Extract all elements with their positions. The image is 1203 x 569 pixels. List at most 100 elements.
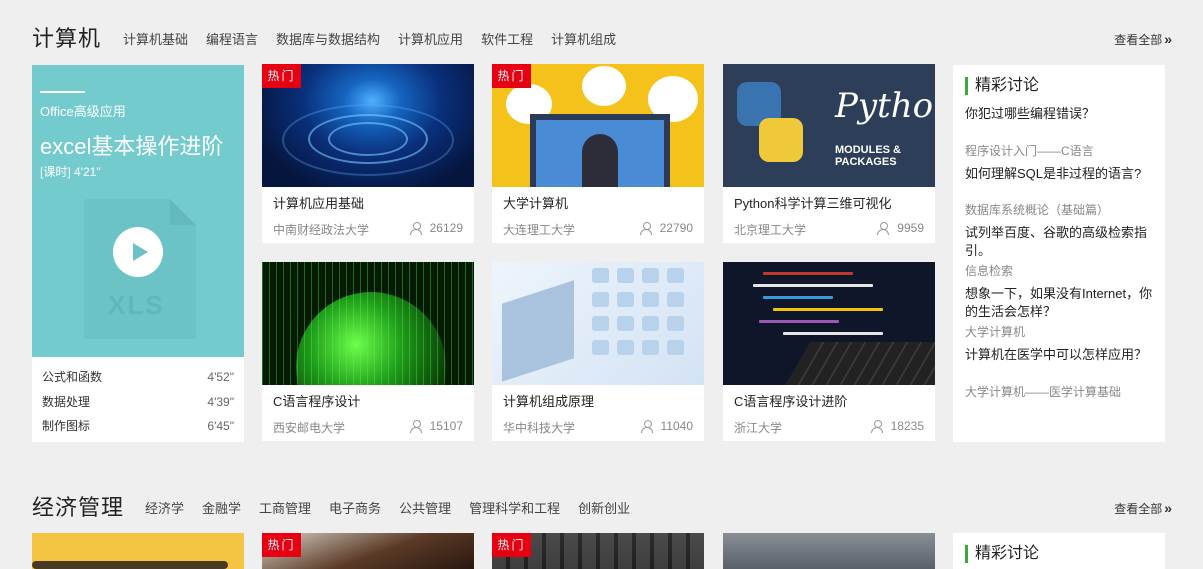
thumbnail-modules-text: MODULES & PACKAGES — [835, 144, 901, 168]
play-button[interactable] — [113, 227, 163, 277]
double-chevron-right-icon: » — [1164, 500, 1172, 516]
course-thumbnail: 热门 — [492, 64, 704, 187]
tab-public-administration[interactable]: 公共管理 — [399, 498, 451, 517]
tab-database-data-structures[interactable]: 数据库与数据结构 — [276, 29, 380, 48]
course-card[interactable]: Python MODULES & PACKAGES Python科学计算三维可视… — [723, 64, 935, 243]
featured-course-category: Office高级应用 — [40, 104, 126, 119]
enrollment-count: 9959 — [877, 221, 924, 235]
course-card[interactable]: C语言程序设计 西安邮电大学 15107 — [262, 262, 474, 441]
category-tabs: 经济学 金融学 工商管理 电子商务 公共管理 管理科学和工程 创新创业 — [145, 498, 648, 517]
enrollment-count: 15107 — [409, 419, 463, 433]
featured-course-card[interactable] — [32, 533, 244, 569]
user-icon — [639, 221, 652, 235]
course-card[interactable] — [723, 533, 935, 569]
course-title[interactable]: 计算机组成原理 — [503, 391, 594, 410]
tab-e-commerce[interactable]: 电子商务 — [329, 498, 381, 517]
enrollment-count: 22790 — [639, 221, 693, 235]
course-card[interactable]: 热门 计算机应用基础 中南财经政法大学 26129 — [262, 64, 474, 243]
lesson-list: 公式和函数 4'52" 数据处理 4'39" 制作图标 6'45" — [32, 357, 244, 441]
discussion-panel: 精彩讨论 — [953, 533, 1165, 569]
course-thumbnail — [32, 533, 244, 569]
section-title: 计算机 — [32, 26, 102, 51]
lesson-duration: 4'52" — [207, 370, 234, 384]
enrollment-count-value: 22790 — [659, 221, 693, 235]
enrollment-count: 18235 — [870, 419, 924, 433]
discussion-course[interactable]: 数据库系统概论（基础篇） — [965, 202, 1153, 218]
discussion-course[interactable]: 大学计算机——医学计算基础 — [965, 384, 1153, 400]
tab-management-science[interactable]: 管理科学和工程 — [469, 498, 560, 517]
section-title: 经济管理 — [32, 495, 125, 520]
user-icon — [877, 221, 890, 235]
course-school: 中南财经政法大学 — [273, 223, 370, 237]
discussion-course[interactable]: 大学计算机 — [965, 324, 1153, 340]
user-icon — [870, 419, 883, 433]
enrollment-count-value: 18235 — [890, 419, 924, 433]
lesson-item[interactable]: 制作图标 6'45" — [42, 416, 234, 441]
lesson-duration: 6'45" — [207, 419, 234, 433]
lesson-name: 数据处理 — [42, 394, 91, 409]
course-title[interactable]: 大学计算机 — [503, 193, 568, 212]
course-thumbnail: Python MODULES & PACKAGES — [723, 64, 935, 187]
enrollment-count: 11040 — [640, 419, 693, 433]
discussion-course[interactable]: 信息检索 — [965, 263, 1153, 279]
course-card[interactable]: 计算机组成原理 华中科技大学 11040 — [492, 262, 704, 441]
discussion-course[interactable]: 程序设计入门——C语言 — [965, 143, 1153, 159]
divider — [40, 91, 85, 93]
featured-course-card[interactable]: Office高级应用 excel基本操作进阶 [课时] 4'21" XLS 公式… — [32, 65, 244, 442]
course-thumbnail: 热门 — [492, 533, 704, 569]
discussion-question[interactable]: 计算机在医学中可以怎样应用？ — [965, 346, 1153, 364]
tab-economics[interactable]: 经济学 — [145, 498, 184, 517]
lesson-item[interactable]: 数据处理 4'39" — [42, 392, 234, 417]
tab-computer-organization[interactable]: 计算机组成 — [551, 29, 616, 48]
tab-software-engineering[interactable]: 软件工程 — [481, 29, 533, 48]
featured-course-duration: [课时] 4'21" — [40, 165, 101, 179]
course-thumbnail — [492, 262, 704, 385]
course-title[interactable]: 计算机应用基础 — [273, 193, 364, 212]
course-card[interactable]: C语言程序设计进阶 浙江大学 18235 — [723, 262, 935, 441]
xls-file-label: XLS — [108, 290, 165, 320]
course-school: 华中科技大学 — [503, 421, 576, 435]
tab-innovation-entrepreneurship[interactable]: 创新创业 — [578, 498, 630, 517]
course-card[interactable]: 热门 大学计算机 大连理工大学 22790 — [492, 64, 704, 243]
enrollment-count-value: 26129 — [429, 221, 463, 235]
discussion-panel: 精彩讨论 你犯过哪些编程错误？ 程序设计入门——C语言 如何理解SQL是非过程的… — [953, 65, 1165, 442]
view-all-link[interactable]: 查看全部» — [1114, 500, 1172, 517]
enrollment-count: 26129 — [409, 221, 463, 235]
tab-business-administration[interactable]: 工商管理 — [259, 498, 311, 517]
course-thumbnail — [262, 262, 474, 385]
course-card[interactable]: 热门 — [262, 533, 474, 569]
hot-badge: 热门 — [492, 64, 531, 88]
view-all-label: 查看全部 — [1114, 33, 1163, 47]
user-icon — [640, 419, 653, 433]
course-title[interactable]: C语言程序设计 — [273, 391, 360, 410]
hot-badge: 热门 — [262, 64, 301, 88]
thumbnail-python-text: Python — [835, 86, 935, 126]
enrollment-count-value: 11040 — [660, 419, 693, 433]
featured-course-banner: Office高级应用 excel基本操作进阶 [课时] 4'21" XLS — [32, 65, 244, 357]
tab-programming-languages[interactable]: 编程语言 — [206, 29, 258, 48]
tab-finance[interactable]: 金融学 — [202, 498, 241, 517]
lesson-name: 制作图标 — [42, 419, 91, 433]
tab-computer-applications[interactable]: 计算机应用 — [398, 29, 463, 48]
discussion-title: 精彩讨论 — [965, 77, 1153, 95]
course-title[interactable]: C语言程序设计进阶 — [734, 391, 847, 410]
enrollment-count-value: 9959 — [897, 221, 924, 235]
section-header: 计算机 计算机基础 编程语言 数据库与数据结构 计算机应用 软件工程 计算机组成… — [32, 21, 1172, 51]
enrollment-count-value: 15107 — [429, 419, 463, 433]
lesson-item[interactable]: 公式和函数 4'52" — [42, 367, 234, 392]
course-school: 西安邮电大学 — [273, 421, 346, 435]
course-thumbnail: 热门 — [262, 533, 474, 569]
course-school: 大连理工大学 — [503, 223, 576, 237]
tab-computer-basics[interactable]: 计算机基础 — [123, 29, 188, 48]
discussion-question[interactable]: 试列举百度、谷歌的高级检索指引。 — [965, 224, 1153, 260]
user-icon — [409, 419, 422, 433]
course-title[interactable]: Python科学计算三维可视化 — [734, 193, 891, 212]
discussion-question[interactable]: 想象一下，如果没有Internet，你的生活会怎样？ — [965, 285, 1153, 321]
view-all-link[interactable]: 查看全部» — [1114, 31, 1172, 48]
discussion-question[interactable]: 如何理解SQL是非过程的语言? — [965, 165, 1153, 183]
course-card[interactable]: 热门 — [492, 533, 704, 569]
course-thumbnail — [723, 533, 935, 569]
course-school: 北京理工大学 — [734, 223, 807, 237]
discussion-question[interactable]: 你犯过哪些编程错误？ — [965, 105, 1153, 123]
course-school: 浙江大学 — [734, 421, 783, 435]
